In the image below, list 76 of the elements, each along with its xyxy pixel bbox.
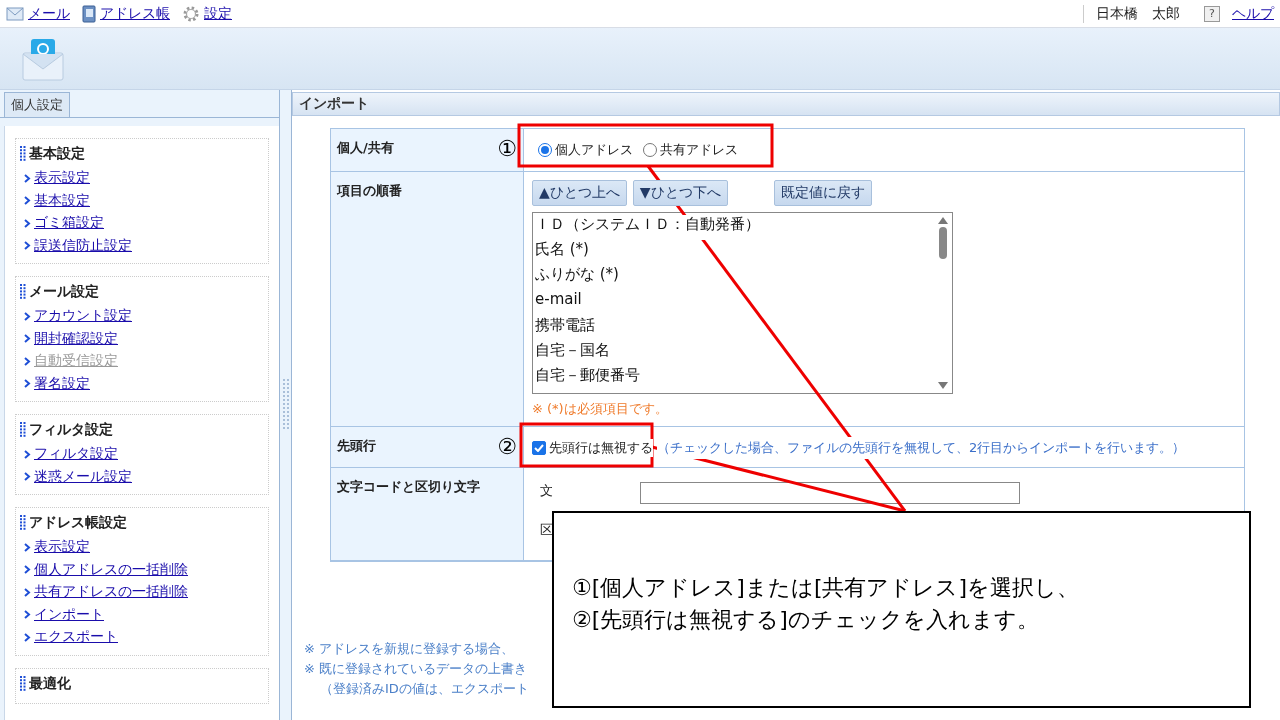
scroll-down-icon[interactable] xyxy=(938,382,948,389)
sidebar-link[interactable]: 署名設定 xyxy=(34,374,90,393)
chevron-icon xyxy=(24,610,31,620)
user-name: 日本橋 太郎 xyxy=(1083,4,1192,23)
chevron-icon xyxy=(24,472,31,482)
chevron-icon xyxy=(24,542,31,552)
chevron-icon xyxy=(24,449,31,459)
order-button[interactable]: ▼ひとつ下へ xyxy=(632,180,728,206)
sidebar-link[interactable]: アカウント設定 xyxy=(34,307,132,326)
chevron-icon xyxy=(24,173,31,183)
sidebar-link[interactable]: 表示設定 xyxy=(34,169,90,188)
required-note: ※ (*)は必須項目です。 xyxy=(532,400,669,418)
grip-icon xyxy=(20,146,26,162)
settings-tab[interactable]: 個人設定 xyxy=(4,92,70,117)
section-title: 最適化 xyxy=(29,674,71,693)
order-button[interactable]: 既定値に戻す xyxy=(773,180,872,206)
note-text: ※ アドレスを新規に登録する場合、 xyxy=(304,640,516,658)
chevron-icon xyxy=(24,356,31,366)
field-order-list[interactable]: ＩＤ（システムＩＤ：自動発番） 氏名 (*) ふりがな (*) e-mail 携帯電話 自宅－国名 自宅－郵便番号 xyxy=(532,212,953,394)
mail-logo-icon xyxy=(22,36,64,81)
chevron-icon xyxy=(24,334,31,344)
grip-icon xyxy=(20,515,26,531)
envelope-icon xyxy=(6,6,24,21)
grip-icon xyxy=(20,422,26,438)
nav-link[interactable]: メール xyxy=(6,4,70,23)
grip-icon xyxy=(20,284,26,300)
sidebar-link[interactable]: フィルタ設定 xyxy=(34,445,118,464)
chevron-icon xyxy=(24,379,31,389)
grip-icon xyxy=(20,675,26,692)
note-text: （登録済みIDの値は、エクスポート xyxy=(319,680,530,698)
address-book-icon xyxy=(82,4,96,23)
row-label: 個人/共有 xyxy=(337,139,394,157)
sidebar-link[interactable]: 開封確認設定 xyxy=(34,329,118,348)
sidebar-link[interactable]: 個人アドレスの一括削除 xyxy=(34,560,188,579)
sidebar-link[interactable]: ゴミ箱設定 xyxy=(34,214,104,233)
section-title: フィルタ設定 xyxy=(29,421,113,439)
radio-option[interactable]: 共有アドレス xyxy=(643,141,738,159)
chevron-icon xyxy=(24,218,31,228)
help-icon[interactable]: ? xyxy=(1204,5,1220,22)
order-button[interactable]: ▲ひとつ上へ xyxy=(532,180,627,206)
chevron-icon xyxy=(24,241,31,251)
encoding-select[interactable] xyxy=(640,482,1020,504)
callout-text: ①[個人アドレス]または[共有アドレス]を選択し、 xyxy=(572,573,1081,602)
section-title: アドレス帳設定 xyxy=(29,514,127,532)
checkmark-icon xyxy=(534,444,544,452)
scrollbar-thumb[interactable] xyxy=(939,227,947,259)
step-number: ② xyxy=(497,437,517,457)
settings-icon xyxy=(182,4,200,23)
chevron-icon xyxy=(24,565,31,575)
field-label: 区 xyxy=(540,521,554,539)
panel-title: インポート xyxy=(292,92,1280,116)
note-text: ※ 既に登録されているデータの上書き xyxy=(304,660,529,678)
scroll-up-icon[interactable] xyxy=(938,217,948,224)
splitter-grip-icon[interactable] xyxy=(282,379,289,431)
step-number: ① xyxy=(497,139,517,159)
help-link[interactable]: ヘルプ xyxy=(1232,4,1274,23)
field-label: 文 xyxy=(540,482,554,500)
callout-text: ②[先頭行は無視する]のチェックを入れます。 xyxy=(572,605,1040,634)
row-label: 先頭行 xyxy=(337,437,376,455)
chevron-icon xyxy=(24,196,31,206)
chevron-icon xyxy=(24,587,31,597)
section-title: 基本設定 xyxy=(29,145,85,163)
sidebar-link[interactable]: 迷惑メール設定 xyxy=(34,467,132,486)
radio-option[interactable]: 個人アドレス xyxy=(538,141,633,159)
row-label: 文字コードと区切り文字 xyxy=(337,478,480,496)
chevron-icon xyxy=(24,311,31,321)
sidebar-link[interactable]: 基本設定 xyxy=(34,191,90,210)
sidebar-link[interactable]: エクスポート xyxy=(34,628,118,647)
row-label: 項目の順番 xyxy=(337,182,402,200)
sidebar-link[interactable]: 表示設定 xyxy=(34,538,90,557)
chevron-icon xyxy=(24,632,31,642)
skip-header-checkbox[interactable]: 先頭行は無視する xyxy=(532,439,653,457)
sidebar-link[interactable]: 共有アドレスの一括削除 xyxy=(34,583,188,602)
section-title: メール設定 xyxy=(29,283,99,301)
sidebar-link[interactable]: インポート xyxy=(34,605,104,624)
sidebar-link[interactable]: 誤送信防止設定 xyxy=(34,236,132,255)
